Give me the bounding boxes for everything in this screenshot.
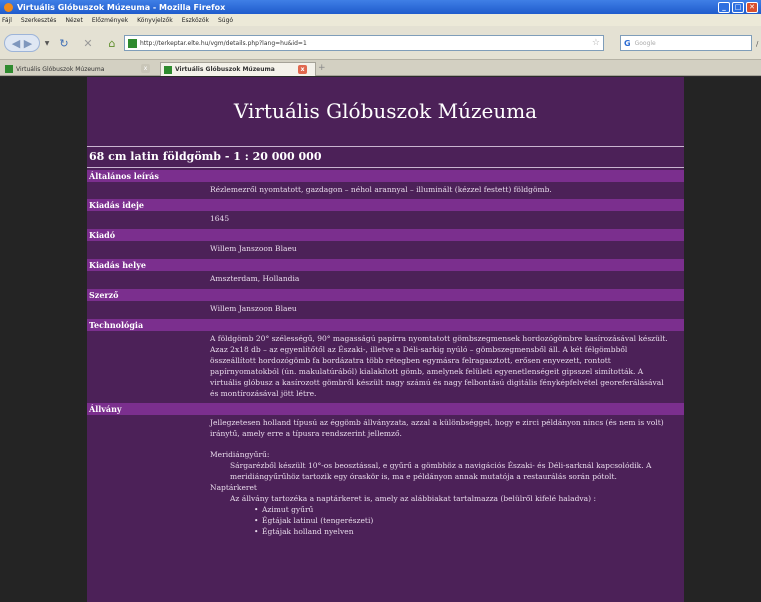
menubar: Fájl Szerkesztés Nézet Előzmények Könyvj… xyxy=(0,14,761,26)
field-value-stand: Jellegzetesen holland típusú az éggömb á… xyxy=(87,415,684,541)
field-label-publisher: Kiadó xyxy=(87,229,684,241)
site-favicon-icon xyxy=(128,38,137,48)
list-item: Égtájak latinul (tengerészeti) xyxy=(210,515,672,526)
field-label-date: Kiadás ideje xyxy=(87,199,684,211)
list-item: Azimut gyűrű xyxy=(210,504,672,515)
close-window-button[interactable]: ✕ xyxy=(746,1,758,13)
field-value-place: Amszterdam, Hollandia xyxy=(210,274,300,283)
details-table: Általános leírás Rézlemezről nyomtatott,… xyxy=(87,170,684,541)
menu-bookmarks[interactable]: Könyvjelzők xyxy=(137,17,173,24)
field-value-publisher: Willem Janszoon Blaeu xyxy=(210,244,297,253)
menu-help[interactable]: Súgó xyxy=(218,17,233,24)
tab-1[interactable]: Virtuális Glóbuszok Múzeuma x xyxy=(2,62,158,76)
calendar-label: Naptárkeret xyxy=(210,483,257,492)
tab-label: Virtuális Glóbuszok Múzeuma xyxy=(16,65,105,73)
bookmark-star-icon[interactable]: ☆ xyxy=(592,38,600,48)
menu-file[interactable]: Fájl xyxy=(2,17,12,24)
url-text[interactable]: http://terkeptar.elte.hu/vgm/details.php… xyxy=(140,40,592,47)
maximize-button[interactable]: □ xyxy=(732,1,744,13)
navigation-toolbar: ◀ ▶ ▼ ↻ ✕ ⌂ http://terkeptar.elte.hu/vgm… xyxy=(0,26,761,60)
home-icon[interactable]: ⌂ xyxy=(104,34,120,52)
tab-label: Virtuális Glóbuszok Múzeuma xyxy=(175,66,275,73)
field-label-author: Szerző xyxy=(87,289,684,301)
stop-icon[interactable]: ✕ xyxy=(80,34,96,52)
menu-view[interactable]: Nézet xyxy=(65,17,82,24)
field-value-author: Willem Janszoon Blaeu xyxy=(210,304,297,313)
history-dropdown-icon[interactable]: ▼ xyxy=(42,34,52,52)
new-tab-icon[interactable]: + xyxy=(318,63,326,73)
field-label-stand: Állvány xyxy=(87,403,684,415)
meridian-text: Sárgarézből készült 10°-os beosztással, … xyxy=(230,461,652,481)
stand-intro: Jellegzetesen holland típusú az éggömb á… xyxy=(210,418,664,438)
window-title: Virtuális Glóbuszok Múzeuma - Mozilla Fi… xyxy=(17,2,226,12)
tab-close-icon[interactable]: x xyxy=(141,64,150,73)
divider xyxy=(87,146,684,147)
page-margin-right xyxy=(684,77,761,602)
window-titlebar: Virtuális Glóbuszok Múzeuma - Mozilla Fi… xyxy=(0,0,761,14)
menu-tools[interactable]: Eszközök xyxy=(182,17,209,24)
tab-favicon-icon xyxy=(164,65,172,74)
site-title: Virtuális Glóbuszok Múzeuma xyxy=(233,99,538,123)
firefox-icon xyxy=(4,2,13,12)
list-item: Égtájak holland nyelven xyxy=(210,526,672,537)
tab-2-active[interactable]: Virtuális Glóbuszok Múzeuma x xyxy=(160,62,316,76)
tab-favicon-icon xyxy=(5,65,13,73)
page-margin-left xyxy=(0,77,87,602)
menu-history[interactable]: Előzmények xyxy=(92,17,128,24)
field-value-date: 1645 xyxy=(210,214,230,223)
tab-bar: Virtuális Glóbuszok Múzeuma x Virtuális … xyxy=(0,60,761,76)
tab-close-icon[interactable]: x xyxy=(298,65,307,74)
back-button[interactable]: ◀ ▶ xyxy=(4,34,40,52)
item-title: 68 cm latin földgömb - 1 : 20 000 000 xyxy=(89,150,322,163)
page-content: Virtuális Glóbuszok Múzeuma 68 cm latin … xyxy=(87,77,684,602)
google-icon[interactable]: G xyxy=(624,39,631,48)
field-label-technology: Technológia xyxy=(87,319,684,331)
toolbar-overflow-icon[interactable]: / xyxy=(756,40,758,48)
minimize-button[interactable]: _ xyxy=(718,1,730,13)
reload-icon[interactable]: ↻ xyxy=(56,34,72,52)
address-bar[interactable]: http://terkeptar.elte.hu/vgm/details.php… xyxy=(124,35,604,51)
search-input[interactable]: G Google xyxy=(620,35,752,51)
window-controls: _ □ ✕ xyxy=(718,1,761,13)
field-value-technology: A földgömb 20° szélességű, 90° magasságú… xyxy=(210,334,668,398)
field-label-description: Általános leírás xyxy=(87,170,684,182)
menu-edit[interactable]: Szerkesztés xyxy=(21,17,57,24)
divider xyxy=(87,167,684,168)
search-placeholder: Google xyxy=(634,39,656,47)
field-label-place: Kiadás helye xyxy=(87,259,684,271)
field-value-description: Rézlemezről nyomtatott, gazdagon – néhol… xyxy=(210,185,552,194)
calendar-text: Az állvány tartozéka a naptárkeret is, a… xyxy=(230,494,596,503)
meridian-label: Meridiángyűrű: xyxy=(210,450,270,459)
